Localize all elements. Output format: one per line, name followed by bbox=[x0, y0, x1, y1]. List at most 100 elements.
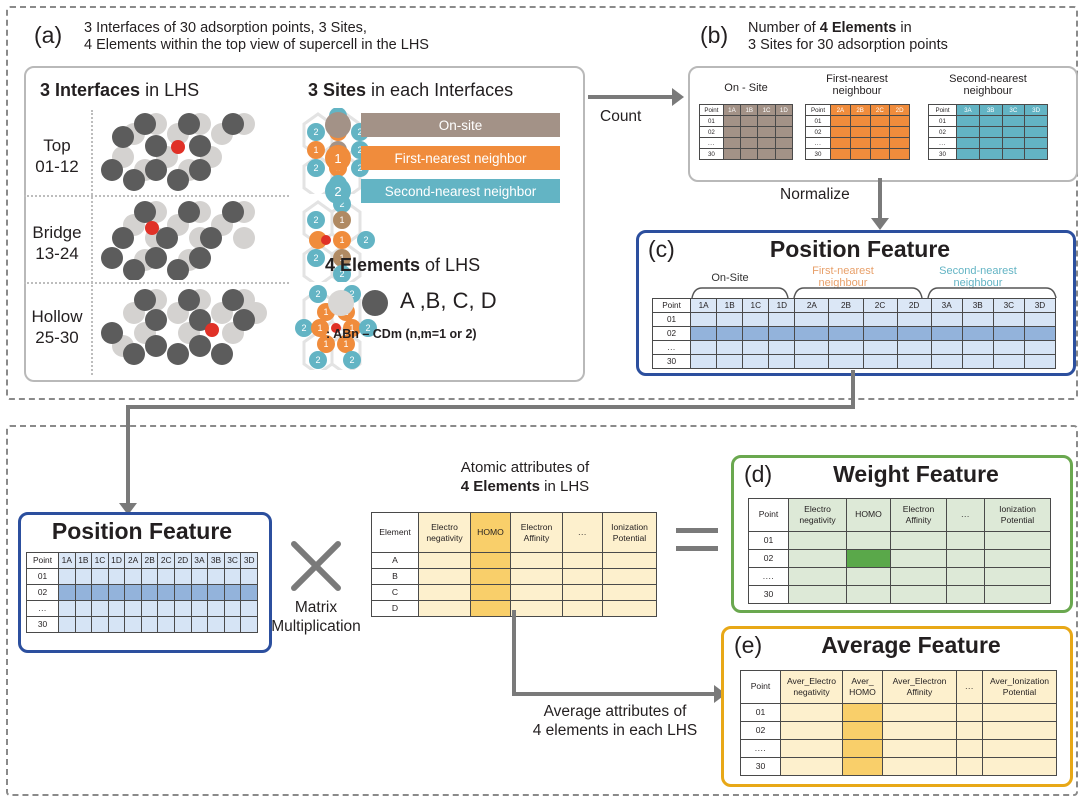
col-header: 3C bbox=[992, 298, 1025, 313]
panel-b-caption-line2: 3 Sites for 30 adsorption points bbox=[748, 37, 948, 53]
col-header: 1A bbox=[722, 104, 742, 116]
col-header: Ionization Potential bbox=[984, 498, 1051, 532]
count-label: Count bbox=[600, 108, 642, 125]
col-header-highlighted: HOMO bbox=[470, 512, 511, 553]
interface-name-top: Top bbox=[43, 136, 71, 155]
col-header: ... bbox=[956, 670, 983, 704]
sites-legend: On-site 1 First-nearest neighbor 2 Secon… bbox=[325, 112, 560, 211]
b-table-title-first-nearest: First-nearest neighbour bbox=[803, 73, 911, 97]
table-row-highlighted: 02 bbox=[651, 326, 1057, 341]
first-nearest-bar: First-nearest neighbor bbox=[361, 146, 560, 170]
table-header-row: Point 1A 1B 1C 1D 2A 2B 2C 2D 3A 3B 3C 3… bbox=[651, 298, 1057, 313]
col-header: Point bbox=[928, 104, 957, 116]
col-header: Ionization Potential bbox=[602, 512, 657, 553]
elements-heading-bold: 4 Elements bbox=[325, 255, 421, 275]
col-header: Point bbox=[699, 104, 724, 116]
atomic-attributes-caption-rest: in LHS bbox=[540, 478, 590, 495]
panel-a-tag: (a) bbox=[34, 22, 63, 48]
table-row: 30 bbox=[805, 148, 910, 160]
panel-b-caption-line1: Number of 4 Elements in bbox=[748, 20, 948, 37]
table-row: 01 bbox=[748, 531, 1051, 550]
table-row: ... bbox=[651, 340, 1057, 355]
b-table-second-nearest: Point 3A 3B 3C 3D 01 02 ... 30 bbox=[928, 104, 1048, 160]
legend-row-second-nearest: 2 Second-nearest neighbor bbox=[325, 178, 560, 204]
interface-divider-2 bbox=[24, 282, 289, 284]
col-header: Point bbox=[651, 298, 692, 313]
col-header: Electron Affinity bbox=[510, 512, 563, 553]
weight-feature-table: Point Electro negativity HOMO Electron A… bbox=[748, 498, 1051, 604]
table-header-row: Point 1A 1B 1C 1D bbox=[699, 104, 794, 116]
position-feature-table: Point 1A 1B 1C 1D 2A 2B 2C 2D 3A 3B 3C 3… bbox=[26, 552, 258, 633]
table-row: 02 bbox=[748, 549, 1051, 568]
interface-divider-1 bbox=[24, 195, 289, 197]
table-row: 30 bbox=[26, 616, 258, 633]
elements-heading-rest: of LHS bbox=[420, 255, 481, 275]
table-header-row: Point 2A 2B 2C 2D bbox=[805, 104, 910, 116]
panel-b-tag: (b) bbox=[700, 22, 729, 48]
svg-text:2: 2 bbox=[315, 289, 320, 299]
table-row: ... bbox=[26, 600, 258, 617]
sites-heading-rest: in each Interfaces bbox=[366, 80, 514, 100]
row-label: B bbox=[371, 568, 419, 585]
sites-heading-bold: 3 Sites bbox=[308, 80, 367, 100]
row-label: 02 bbox=[740, 721, 781, 740]
col-header: 1D bbox=[774, 104, 794, 116]
first-nearest-dot: 1 bbox=[325, 145, 351, 171]
col-header: ... bbox=[562, 512, 603, 553]
svg-text:2: 2 bbox=[313, 253, 318, 263]
interface-range-top: 01-12 bbox=[35, 157, 79, 176]
col-header: 3B bbox=[961, 298, 994, 313]
table-row: 30 bbox=[651, 354, 1057, 369]
interface-range-hollow: 25-30 bbox=[35, 328, 79, 347]
col-header-text: Aver_ HOMO bbox=[849, 676, 876, 697]
average-attributes-label: Average attributes of 4 elements in each… bbox=[470, 702, 760, 740]
col-header: ... bbox=[946, 498, 985, 532]
interface-label-bridge: Bridge 13-24 bbox=[26, 222, 88, 264]
c-to-position-line-vert2 bbox=[126, 405, 130, 505]
col-header-text: Ionization Potential bbox=[611, 521, 648, 543]
col-header-text: Electron Affinity bbox=[902, 504, 935, 525]
row-label: 30 bbox=[805, 148, 831, 160]
col-header-text: Aver_Ionization Potential bbox=[989, 676, 1050, 697]
b-table-title-text: First-nearest neighbour bbox=[826, 73, 888, 97]
col-header-text: Ionization Potential bbox=[999, 504, 1036, 525]
b-table-first-nearest: Point 2A 2B 2C 2D 01 02 ... 30 bbox=[805, 104, 910, 160]
row-label: 01 bbox=[699, 115, 724, 127]
row-label: ... bbox=[805, 137, 831, 149]
matrix-multiplication-line2: Multiplication bbox=[271, 618, 361, 635]
table-row: 01 bbox=[651, 312, 1057, 327]
second-nearest-bar: Second-nearest neighbor bbox=[361, 179, 560, 203]
col-header: 3B bbox=[207, 552, 225, 569]
matrix-multiplication-line1: Matrix bbox=[294, 599, 338, 616]
table-header-row: Point Electro negativity HOMO Electron A… bbox=[748, 498, 1051, 532]
average-line-horz bbox=[512, 692, 716, 696]
row-label: 30 bbox=[928, 148, 957, 160]
col-header: HOMO bbox=[846, 498, 891, 532]
elements-formula: : ABn – CDm (n,m=1 or 2) bbox=[326, 327, 477, 341]
col-header-text: Electro negativity bbox=[426, 521, 463, 543]
col-header-text: Electron Affinity bbox=[520, 521, 553, 543]
table-row: C bbox=[371, 584, 657, 601]
row-label: ... bbox=[699, 137, 724, 149]
highlighted-cell bbox=[846, 549, 891, 568]
svg-text:1: 1 bbox=[317, 323, 322, 333]
col-header: 1D bbox=[107, 552, 126, 569]
table-row-highlighted: 02 bbox=[26, 584, 258, 601]
table-header-row: Point Aver_Electro negativity Aver_ HOMO… bbox=[740, 670, 1057, 704]
second-nearest-dot: 2 bbox=[325, 178, 351, 204]
interface-name-bridge: Bridge bbox=[32, 223, 82, 242]
row-label: 01 bbox=[748, 531, 789, 550]
svg-text:1: 1 bbox=[323, 307, 328, 317]
col-header: 2A bbox=[124, 552, 142, 569]
table-row: 02 bbox=[805, 126, 910, 138]
panel-e-title: Average Feature bbox=[821, 632, 1001, 658]
col-header: 2B bbox=[849, 104, 871, 116]
col-header: 2C bbox=[869, 104, 891, 116]
interface-label-top: Top 01-12 bbox=[26, 135, 88, 177]
table-header-row: Point 3A 3B 3C 3D bbox=[928, 104, 1048, 116]
svg-text:2: 2 bbox=[313, 215, 318, 225]
row-label: 02 bbox=[748, 549, 789, 568]
average-feature-table: Point Aver_Electro negativity Aver_ HOMO… bbox=[740, 670, 1057, 776]
col-header: 3D bbox=[1023, 298, 1057, 313]
row-label: D bbox=[371, 600, 419, 617]
